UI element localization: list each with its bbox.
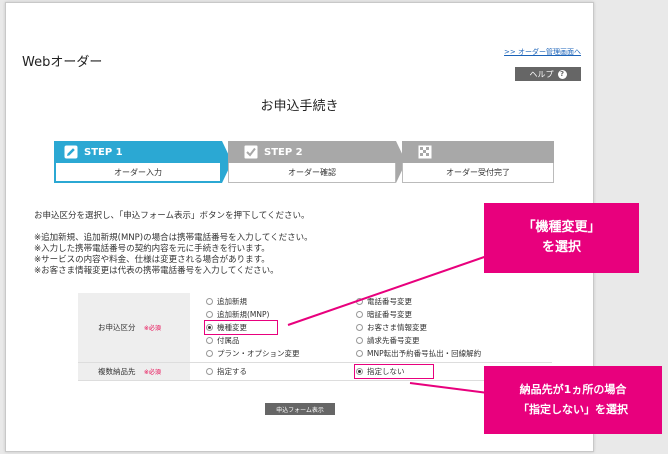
step-2: STEP 2 オーダー確認 [228, 141, 396, 183]
radio-icon[interactable] [206, 298, 213, 305]
radio-icon[interactable] [356, 311, 363, 318]
radio-icon[interactable] [356, 368, 363, 375]
radio-phone-number-change[interactable]: 電話番号変更 [356, 296, 506, 307]
radio-icon[interactable] [356, 350, 363, 357]
checkbox-icon [244, 145, 258, 159]
radio-icon[interactable] [206, 368, 213, 375]
step-1-sub: オーダー入力 [54, 163, 222, 183]
radio-pin-change[interactable]: 暗証番号変更 [356, 309, 506, 320]
note-line: ※サービスの内容や料金、仕様は変更される場合があります。 [34, 255, 270, 265]
callout-line: 「機種変更」 [522, 220, 601, 235]
radio-icon[interactable] [356, 298, 363, 305]
instruction-text: お申込区分を選択し、「申込フォーム表示」ボタンを押下してください。 [34, 211, 310, 221]
radio-icon[interactable] [206, 337, 213, 344]
radio-icon[interactable] [206, 324, 213, 331]
step-1-label: STEP 1 [84, 146, 123, 158]
note-line: ※お客さま情報変更は代表の携帯電話番号を入力してください。 [34, 266, 279, 276]
category-options: 追加新規 電話番号変更 追加新規(MNP) 暗証番号変更 機種変更 お客さま情報… [190, 293, 552, 363]
radio-customer-info-change[interactable]: お客さま情報変更 [356, 322, 506, 333]
radio-icon[interactable] [356, 324, 363, 331]
step-3-sub: オーダー受付完了 [402, 163, 554, 183]
show-form-button[interactable]: 申込フォーム表示 [265, 403, 335, 415]
callout-line: 「指定しない」を選択 [518, 403, 628, 416]
radio-icon[interactable] [206, 350, 213, 357]
radio-delivery-not-specify[interactable]: 指定しない [354, 364, 434, 379]
radio-icon[interactable] [356, 337, 363, 344]
checkered-flag-icon [418, 145, 432, 159]
radio-device-change[interactable]: 機種変更 [204, 320, 278, 335]
required-mark: ※必須 [143, 325, 161, 332]
radio-add-new-mnp[interactable]: 追加新規(MNP) [206, 309, 356, 320]
order-form-table: お申込区分 ※必須 追加新規 電話番号変更 追加新規(MNP) 暗証番号変更 機… [78, 293, 552, 381]
admin-link[interactable]: >> オーダー管理画面へ [504, 47, 581, 57]
callout-line: を選択 [541, 240, 581, 255]
note-line: ※入力した携帯電話番号の契約内容を元に手続きを行います。 [34, 244, 270, 254]
step-2-label: STEP 2 [264, 146, 303, 158]
radio-plan-option-change[interactable]: プラン・オプション変更 [206, 348, 356, 359]
step-1: STEP 1 オーダー入力 [54, 141, 222, 183]
delivery-row: 複数納品先 ※必須 指定する 指定しない [78, 362, 552, 381]
required-mark: ※必須 [143, 369, 161, 376]
radio-add-new[interactable]: 追加新規 [206, 296, 356, 307]
category-label: お申込区分 [98, 323, 136, 332]
callout-line: 納品先が1ヵ所の場合 [519, 383, 627, 396]
note-line: ※追加新規、追加新規(MNP)の場合は携帯電話番号を入力してください。 [34, 233, 313, 243]
notes: ※追加新規、追加新規(MNP)の場合は携帯電話番号を入力してください。 ※入力し… [34, 233, 313, 277]
question-icon: ? [557, 69, 567, 79]
callout-device-change: 「機種変更」 を選択 [484, 203, 639, 273]
callout-delivery: 納品先が1ヵ所の場合 「指定しない」を選択 [484, 366, 662, 434]
category-row: お申込区分 ※必須 追加新規 電話番号変更 追加新規(MNP) 暗証番号変更 機… [78, 293, 552, 363]
help-label: ヘルプ [529, 69, 554, 79]
delivery-label-cell: 複数納品先 ※必須 [78, 362, 190, 381]
step-3: オーダー受付完了 [402, 141, 554, 183]
brand-title: Webオーダー [22, 55, 103, 70]
help-button[interactable]: ヘルプ ? [515, 67, 581, 81]
radio-accessories[interactable]: 付属品 [206, 335, 356, 346]
step-2-sub: オーダー確認 [228, 163, 396, 183]
delivery-label: 複数納品先 [98, 367, 136, 376]
radio-delivery-specify[interactable]: 指定する [206, 366, 356, 377]
radio-icon[interactable] [206, 311, 213, 318]
step-indicator: STEP 1 オーダー入力 STEP 2 オーダー確認 オーダー受付完了 [54, 141, 554, 183]
category-label-cell: お申込区分 ※必須 [78, 293, 190, 363]
radio-mnp-transfer-cancel[interactable]: MNP転出予約番号払出・回線解約 [356, 348, 506, 359]
page-title: お申込手続き [260, 99, 339, 114]
radio-billing-number-change[interactable]: 請求先番号変更 [356, 335, 506, 346]
pencil-icon [64, 145, 78, 159]
